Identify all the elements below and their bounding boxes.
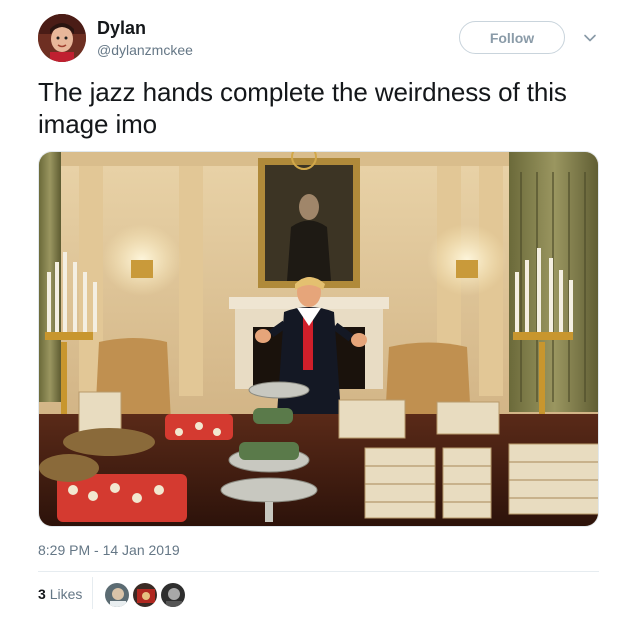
tweet-header: Dylan @dylanzmckee Follow: [38, 14, 608, 64]
follow-button[interactable]: Follow: [459, 21, 565, 54]
chevron-down-icon[interactable]: [582, 30, 598, 46]
tweet-timestamp[interactable]: 8:29 PM - 14 Jan 2019: [38, 542, 180, 558]
liker-avatars: [104, 582, 188, 608]
likes-count[interactable]: 3 Likes: [38, 586, 82, 602]
liker-avatar[interactable]: [132, 582, 158, 608]
author-avatar[interactable]: [38, 14, 86, 62]
tweet-text: The jazz hands complete the weirdness of…: [38, 77, 567, 139]
likes-number: 3: [38, 586, 46, 602]
stats-divider: [38, 571, 599, 572]
likes-label: Likes: [49, 586, 83, 602]
tweet-photo[interactable]: [38, 151, 599, 527]
author-names[interactable]: Dylan @dylanzmckee: [97, 17, 193, 60]
author-handle[interactable]: @dylanzmckee: [97, 40, 193, 60]
photo-image: [39, 152, 598, 526]
author-display-name[interactable]: Dylan: [97, 17, 193, 39]
liker-avatar[interactable]: [160, 582, 186, 608]
likes-separator: [92, 577, 93, 609]
liker-avatar[interactable]: [104, 582, 130, 608]
